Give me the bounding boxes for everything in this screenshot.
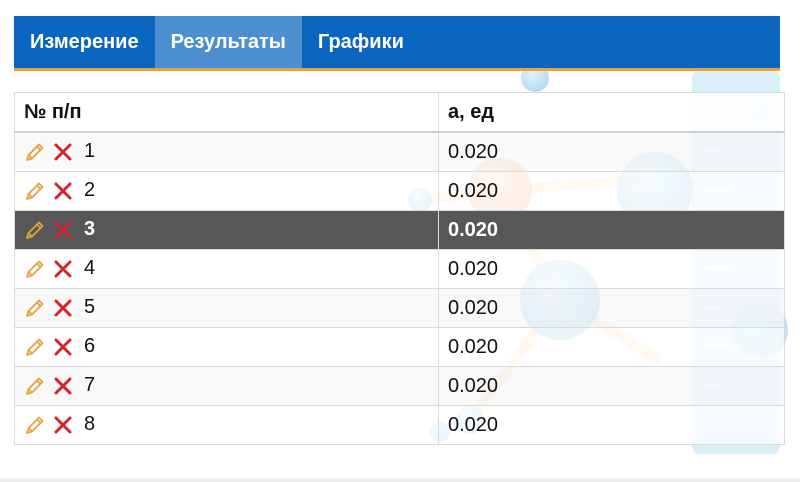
row-number: 3 xyxy=(84,218,96,241)
table-row[interactable]: 1 0.020 xyxy=(14,131,785,172)
row-actions xyxy=(24,180,74,202)
close-icon[interactable] xyxy=(52,375,74,397)
tab-bar: Измерение Результаты Графики xyxy=(14,16,780,71)
cell-value: 0.020 xyxy=(438,171,785,211)
table-row[interactable]: 6 0.020 xyxy=(14,327,785,367)
cell-number: 1 xyxy=(14,131,439,172)
pencil-icon[interactable] xyxy=(24,219,46,241)
row-number: 4 xyxy=(84,257,96,280)
pencil-icon[interactable] xyxy=(24,180,46,202)
row-number: 7 xyxy=(84,374,96,397)
cell-value: 0.020 xyxy=(438,327,785,367)
row-number: 5 xyxy=(84,296,96,319)
close-icon[interactable] xyxy=(52,336,74,358)
pencil-icon[interactable] xyxy=(24,297,46,319)
bottom-divider xyxy=(0,478,800,482)
cell-value: 0.020 xyxy=(438,131,785,172)
cell-number: 4 xyxy=(14,249,439,289)
table-row[interactable]: 5 0.020 xyxy=(14,288,785,328)
cell-number: 8 xyxy=(14,405,439,445)
row-number: 8 xyxy=(84,413,96,436)
table-row[interactable]: 3 0.020 xyxy=(14,210,785,250)
page: Измерение Результаты Графики № п/п a, ед… xyxy=(0,0,800,482)
table-row[interactable]: 8 0.020 xyxy=(14,405,785,445)
pencil-icon[interactable] xyxy=(24,258,46,280)
close-icon[interactable] xyxy=(52,180,74,202)
cell-number: 2 xyxy=(14,171,439,211)
column-header-number[interactable]: № п/п xyxy=(14,92,439,133)
close-icon[interactable] xyxy=(52,141,74,163)
tab-results[interactable]: Результаты xyxy=(154,16,302,68)
cell-number: 6 xyxy=(14,327,439,367)
row-number: 1 xyxy=(84,140,96,163)
pencil-icon[interactable] xyxy=(24,336,46,358)
cell-number: 3 xyxy=(14,210,439,250)
column-header-value[interactable]: a, ед xyxy=(438,92,785,133)
cell-value: 0.020 xyxy=(438,405,785,445)
row-actions xyxy=(24,297,74,319)
cell-number: 7 xyxy=(14,366,439,406)
close-icon[interactable] xyxy=(52,414,74,436)
pencil-icon[interactable] xyxy=(24,414,46,436)
table-header-row: № п/п a, ед xyxy=(14,92,785,133)
cell-value: 0.020 xyxy=(438,249,785,289)
table-row[interactable]: 7 0.020 xyxy=(14,366,785,406)
table-row[interactable]: 2 0.020 xyxy=(14,171,785,211)
table-row[interactable]: 4 0.020 xyxy=(14,249,785,289)
row-number: 6 xyxy=(84,335,96,358)
cell-value: 0.020 xyxy=(438,288,785,328)
results-table-container: № п/п a, ед 1 0.020 2 0.020 3 0.020 4 0.020 5 0.0… xyxy=(14,92,785,445)
row-actions xyxy=(24,414,74,436)
row-actions xyxy=(24,258,74,280)
close-icon[interactable] xyxy=(52,297,74,319)
cell-value: 0.020 xyxy=(438,210,785,250)
row-actions xyxy=(24,219,74,241)
close-icon[interactable] xyxy=(52,219,74,241)
tab-graphs[interactable]: Графики xyxy=(302,16,420,68)
row-number: 2 xyxy=(84,179,96,202)
row-actions xyxy=(24,141,74,163)
cell-value: 0.020 xyxy=(438,366,785,406)
cell-number: 5 xyxy=(14,288,439,328)
row-actions xyxy=(24,375,74,397)
results-table: № п/п a, ед 1 0.020 2 0.020 3 0.020 4 0.020 5 0.0… xyxy=(14,92,785,445)
tab-measurement[interactable]: Измерение xyxy=(14,16,155,68)
close-icon[interactable] xyxy=(52,258,74,280)
row-actions xyxy=(24,336,74,358)
pencil-icon[interactable] xyxy=(24,375,46,397)
pencil-icon[interactable] xyxy=(24,141,46,163)
